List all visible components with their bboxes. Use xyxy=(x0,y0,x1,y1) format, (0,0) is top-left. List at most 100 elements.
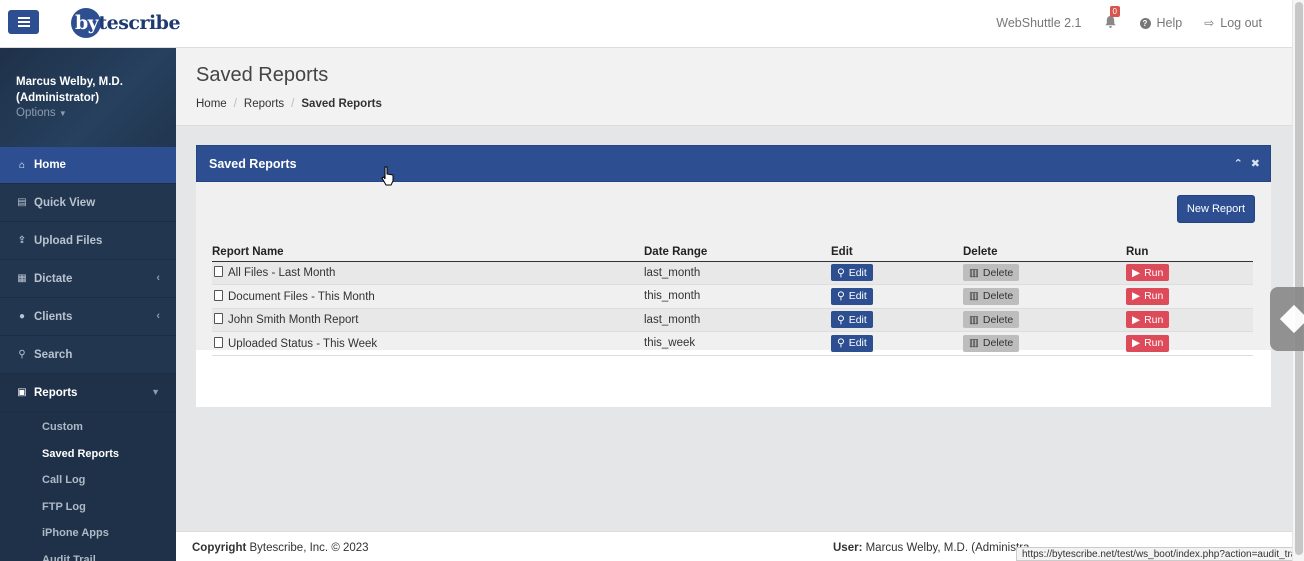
panel-header: Saved Reports ⌃ ✖ xyxy=(196,145,1271,182)
edit-button[interactable]: ⚲ Edit xyxy=(831,311,873,329)
submenu-item-custom[interactable]: Custom xyxy=(0,414,176,441)
column-header-delete: Delete xyxy=(963,244,1126,262)
page-scrollbar[interactable] xyxy=(1292,0,1304,561)
bell-icon xyxy=(1104,15,1116,29)
users-icon: ● xyxy=(18,311,26,322)
breadcrumb: Home / Reports / Saved Reports xyxy=(196,98,382,110)
sidebar-item-home[interactable]: ⌂ Home xyxy=(0,147,176,184)
report-name: Document Files - This Month xyxy=(228,290,375,303)
scrollbar-thumb[interactable] xyxy=(1295,2,1303,555)
edit-button[interactable]: ⚲ Edit xyxy=(831,287,873,305)
search-icon: ⚲ xyxy=(837,266,845,279)
edit-button[interactable]: ⚲ Edit xyxy=(831,334,873,352)
caret-down-icon: ▼ xyxy=(58,109,67,118)
submenu-item-iphone-apps[interactable]: iPhone Apps xyxy=(0,520,176,547)
run-button[interactable]: ▶ Run xyxy=(1126,311,1170,329)
date-range: last_month xyxy=(644,261,831,285)
date-range: this_month xyxy=(644,284,831,309)
delete-button[interactable]: ▥ Delete xyxy=(963,287,1020,305)
table-row: John Smith Month Report last_month ⚲ Edit… xyxy=(212,308,1253,332)
reports-submenu: Custom Saved Reports Call Log FTP Log iP… xyxy=(0,412,176,561)
hamburger-icon xyxy=(17,21,30,23)
dictate-icon: ▦ xyxy=(17,273,27,284)
column-header-date-range: Date Range xyxy=(644,244,831,262)
notifications-button[interactable]: 0 xyxy=(1104,6,1120,31)
breadcrumb-current: Saved Reports xyxy=(301,98,382,110)
sidebar-item-reports[interactable]: ▣ Reports ▼ xyxy=(0,374,176,412)
sidebar-item-clients[interactable]: ● Clients ‹ xyxy=(0,298,176,336)
run-button[interactable]: ▶ Run xyxy=(1126,287,1170,305)
user-role: (Administrator) xyxy=(16,92,100,104)
status-bar-url: https://bytescribe.net/test/ws_boot/inde… xyxy=(1016,547,1304,561)
trash-icon: ▥ xyxy=(969,266,979,279)
home-icon: ⌂ xyxy=(18,159,26,171)
delete-button[interactable]: ▥ Delete xyxy=(963,334,1020,352)
play-icon: ▶ xyxy=(1132,266,1141,279)
logout-icon: ⇨ xyxy=(1204,16,1215,30)
submenu-item-audit-trail[interactable]: Audit Trail xyxy=(0,547,176,561)
column-header-report-name: Report Name xyxy=(212,244,644,262)
panel-body: New Report Report Name Date Range Edit D… xyxy=(196,182,1271,356)
file-icon xyxy=(214,266,223,278)
delete-button[interactable]: ▥ Delete xyxy=(963,264,1020,282)
new-report-button[interactable]: New Report xyxy=(1176,195,1255,223)
page-title: Saved Reports xyxy=(196,64,329,86)
diamond-icon xyxy=(1279,304,1304,334)
collapse-icon[interactable]: ⌃ xyxy=(1234,157,1243,170)
panel-title: Saved Reports xyxy=(209,157,297,171)
reports-table: Report Name Date Range Edit Delete Run A… xyxy=(212,244,1253,356)
file-icon xyxy=(214,289,223,301)
file-icon xyxy=(214,313,223,325)
run-button[interactable]: ▶ Run xyxy=(1126,334,1170,352)
menu-toggle-button[interactable] xyxy=(8,10,39,34)
user-block: Marcus Welby, M.D. (Administrator) Optio… xyxy=(0,48,176,147)
report-name: Uploaded Status - This Week xyxy=(228,337,378,350)
copyright-text: Bytescribe, Inc. © 2023 xyxy=(246,542,369,554)
search-icon: ⚲ xyxy=(18,349,26,360)
delete-button[interactable]: ▥ Delete xyxy=(963,311,1020,329)
pointer-cursor-icon xyxy=(381,166,394,186)
chevron-left-icon: ‹ xyxy=(156,310,160,322)
play-icon: ▶ xyxy=(1132,337,1141,350)
play-icon: ▶ xyxy=(1132,290,1141,303)
submenu-item-ftp-log[interactable]: FTP Log xyxy=(0,494,176,521)
user-name: Marcus Welby, M.D. xyxy=(16,76,123,88)
search-icon: ⚲ xyxy=(837,337,845,350)
logout-link[interactable]: ⇨ Log out xyxy=(1204,16,1262,30)
table-row: Uploaded Status - This Week this_week ⚲ E… xyxy=(212,331,1253,356)
logo[interactable]: bytescribe xyxy=(71,8,181,38)
search-icon: ⚲ xyxy=(837,313,845,326)
document-icon: ▤ xyxy=(17,197,27,208)
trash-icon: ▥ xyxy=(969,290,979,303)
breadcrumb-reports[interactable]: Reports xyxy=(244,98,284,110)
sidebar-item-dictate[interactable]: ▦ Dictate ‹ xyxy=(0,260,176,298)
close-icon[interactable]: ✖ xyxy=(1251,157,1260,170)
reports-icon: ▣ xyxy=(17,387,27,398)
sidebar-item-search[interactable]: ⚲ Search xyxy=(0,336,176,374)
edit-button[interactable]: ⚲ Edit xyxy=(831,264,873,282)
report-name: All Files - Last Month xyxy=(228,267,336,280)
submenu-item-call-log[interactable]: Call Log xyxy=(0,467,176,494)
help-link[interactable]: ? Help xyxy=(1139,16,1182,30)
report-name: John Smith Month Report xyxy=(228,314,359,327)
footer-user: Marcus Welby, M.D. (Administra xyxy=(862,542,1030,554)
trash-icon: ▥ xyxy=(969,313,979,326)
play-icon: ▶ xyxy=(1132,313,1141,326)
sidebar-item-quick-view[interactable]: ▤ Quick View xyxy=(0,184,176,222)
main-content: Saved Reports Home / Reports / Saved Rep… xyxy=(176,48,1292,531)
trash-icon: ▥ xyxy=(969,337,979,350)
upload-icon: ⇪ xyxy=(17,235,27,246)
date-range: last_month xyxy=(644,308,831,332)
notification-badge: 0 xyxy=(1109,6,1120,17)
breadcrumb-home[interactable]: Home xyxy=(196,98,227,110)
options-dropdown[interactable]: Options ▼ xyxy=(16,107,176,119)
submenu-item-saved-reports[interactable]: Saved Reports xyxy=(0,441,176,468)
run-button[interactable]: ▶ Run xyxy=(1126,264,1170,282)
column-header-run: Run xyxy=(1126,244,1253,262)
chevron-left-icon: ‹ xyxy=(156,272,160,284)
floating-widget-tab[interactable] xyxy=(1270,287,1304,351)
search-icon: ⚲ xyxy=(837,290,845,303)
table-row: Document Files - This Month this_month ⚲… xyxy=(212,284,1253,309)
date-range: this_week xyxy=(644,331,831,356)
sidebar-item-upload-files[interactable]: ⇪ Upload Files xyxy=(0,222,176,260)
